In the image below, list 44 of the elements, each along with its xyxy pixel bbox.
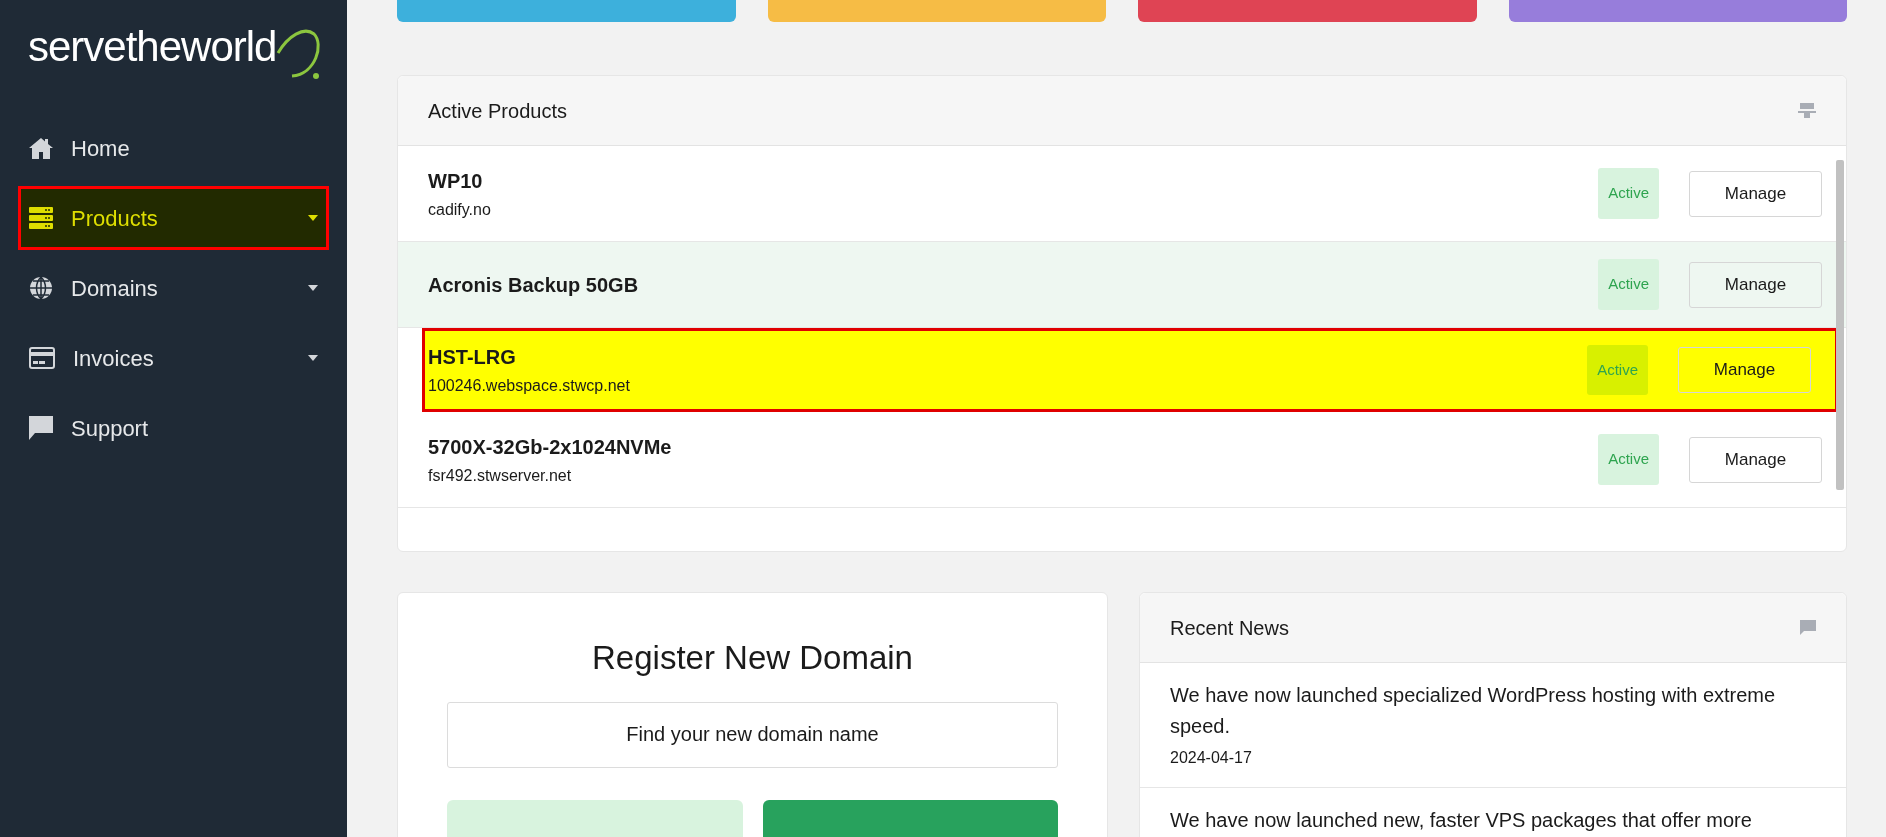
product-name: HST-LRG <box>428 345 517 370</box>
status-badge: Active <box>1598 168 1659 219</box>
manage-button[interactable]: Manage <box>1689 436 1822 483</box>
credit-card-icon <box>29 347 55 369</box>
product-row[interactable]: Acronis Backup 50GB Active Manage <box>398 242 1846 328</box>
stat-tile[interactable] <box>767 0 1106 22</box>
nav-item[interactable]: Invoices <box>18 326 329 390</box>
section-title: Register New Domain <box>591 638 914 678</box>
nav-item[interactable]: Support <box>18 396 329 460</box>
news-date: 2024-04-17 <box>1170 748 1253 768</box>
logo-text[interactable]: servetheworld <box>28 26 277 68</box>
card-title: Active Products <box>428 98 567 124</box>
product-domain: cadify.no <box>428 199 492 220</box>
home-icon <box>29 137 53 159</box>
manage-button[interactable]: Manage <box>1689 261 1822 308</box>
nav-item[interactable]: Home <box>18 116 329 180</box>
nav-item[interactable]: Domains <box>18 256 329 320</box>
stat-tile[interactable] <box>1138 0 1477 22</box>
product-name: 5700X-32Gb-2x1024NVMe <box>428 434 673 460</box>
news-text[interactable]: We have now launched new, faster VPS packages that offer more <box>1170 804 1816 836</box>
status-badge: Active <box>1598 259 1659 310</box>
product-row[interactable]: 5700X-32Gb-2x1024NVMe fsr492.stwserver.net Active Manage <box>398 412 1846 508</box>
domain-search-field[interactable]: Find your new domain name <box>447 701 1058 768</box>
card-title: Recent News <box>1170 615 1289 641</box>
status-badge: Active <box>1587 344 1648 396</box>
product-domain: 100246.webspace.stwcp.net <box>428 376 631 396</box>
scrollbar[interactable] <box>1836 160 1844 490</box>
manage-button[interactable]: Manage <box>1678 347 1811 393</box>
stat-tile[interactable] <box>1508 0 1847 22</box>
news-text[interactable]: We have now launched specialized WordPress hosting with extreme speed. <box>1170 680 1816 742</box>
globe-icon <box>29 276 53 300</box>
nav-item[interactable]: Products <box>18 186 329 250</box>
comment-icon <box>29 416 53 440</box>
network-icon <box>1798 102 1816 119</box>
product-name: Acronis Backup 50GB <box>428 272 640 298</box>
comment-icon <box>1800 620 1816 635</box>
status-badge: Active <box>1598 434 1659 485</box>
product-domain: fsr492.stwserver.net <box>428 465 573 486</box>
manage-button[interactable]: Manage <box>1689 170 1822 217</box>
product-name: WP10 <box>428 168 484 194</box>
action-button[interactable] <box>762 799 1058 837</box>
server-icon <box>29 207 53 229</box>
stat-tile[interactable] <box>397 0 736 22</box>
product-row[interactable]: HST-LRG 100246.webspace.stwcp.net Active Manage <box>422 328 1838 412</box>
